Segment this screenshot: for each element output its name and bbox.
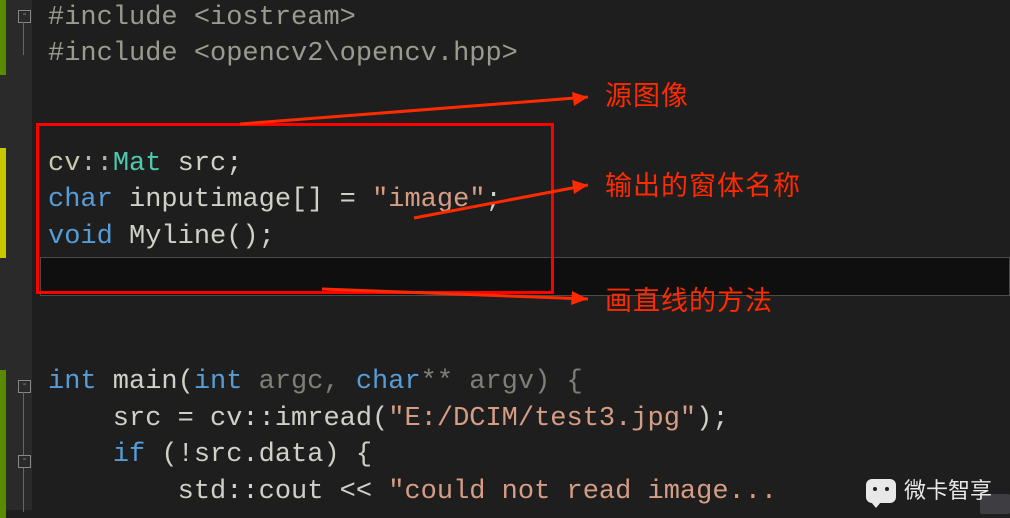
code-line[interactable]: #include <opencv2\opencv.hpp>	[40, 36, 1010, 72]
annotation-label: 输出的窗体名称	[605, 168, 801, 204]
annotation-label: 源图像	[605, 78, 689, 114]
watermark: 微卡智享	[866, 476, 992, 506]
code-line[interactable]	[40, 73, 1010, 109]
fold-icon[interactable]: -	[18, 380, 31, 393]
watermark-text: 微卡智享	[904, 476, 992, 506]
code-line[interactable]: int main(int argc, char** argv) {	[40, 364, 1010, 400]
fold-icon[interactable]: -	[18, 10, 31, 23]
code-line[interactable]	[40, 292, 1010, 328]
code-line[interactable]: if (!src.data) {	[40, 437, 1010, 473]
code-line[interactable]: char inputimage[] = "image";	[40, 182, 1010, 218]
code-line[interactable]: src = cv::imread("E:/DCIM/test3.jpg");	[40, 401, 1010, 437]
code-line[interactable]	[40, 255, 1010, 291]
code-line[interactable]: cv::Mat src;	[40, 146, 1010, 182]
code-editor[interactable]: - - - #include <iostream> #include <open…	[0, 0, 1010, 510]
code-line[interactable]: std::cout << "could not read image...	[40, 474, 1010, 510]
gutter: - - -	[0, 0, 32, 510]
code-line[interactable]	[40, 109, 1010, 145]
fold-icon[interactable]: -	[18, 455, 31, 468]
code-line[interactable]: #include <iostream>	[40, 0, 1010, 36]
wechat-icon	[866, 479, 896, 503]
code-line[interactable]	[40, 328, 1010, 364]
annotation-label: 画直线的方法	[605, 283, 773, 319]
code-line[interactable]: void Myline();	[40, 219, 1010, 255]
